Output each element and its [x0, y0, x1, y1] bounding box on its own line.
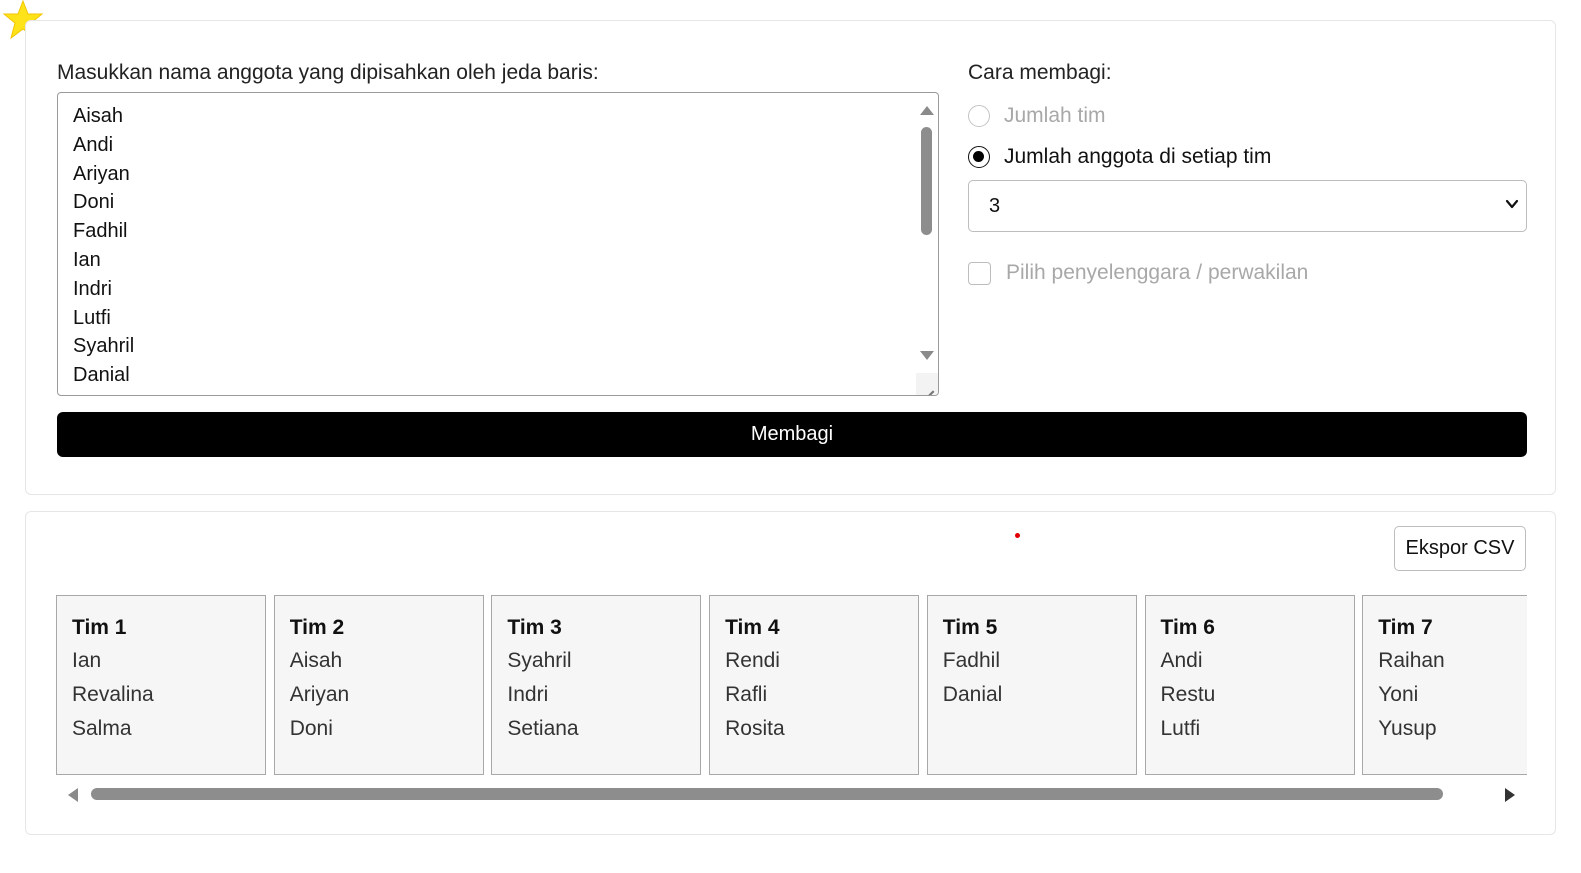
team-member: Restu: [1160, 683, 1216, 706]
export-csv-button[interactable]: Ekspor CSV: [1394, 526, 1526, 571]
team-card: Tim 5 Fadhil Danial: [926, 595, 1137, 775]
chevron-down-icon: [1505, 199, 1519, 209]
team-member: Rendi: [725, 649, 780, 672]
members-text: Aisah Andi Ariyan Doni Fadhil Ian Indri Lutfi Sy…: [73, 102, 134, 390]
team-member: Ian: [72, 649, 102, 672]
scroll-up-icon[interactable]: [920, 106, 934, 115]
arrow-right-icon[interactable]: [1505, 788, 1515, 802]
team-title: Tim 1: [72, 616, 127, 639]
team-title: Tim 2: [289, 616, 345, 639]
scroll-thumb[interactable]: [921, 127, 932, 235]
team-member: Indri: [507, 683, 549, 706]
radio-button[interactable]: [968, 105, 990, 127]
team-member: Revalina: [72, 683, 154, 706]
member-line: Doni: [73, 191, 115, 214]
scroll-thumb[interactable]: [91, 788, 1443, 800]
radio-button-selected[interactable]: [968, 146, 990, 168]
member-line: Indri: [73, 277, 112, 300]
members-textarea[interactable]: Aisah Andi Ariyan Doni Fadhil Ian Indri Lutfi Sy…: [57, 92, 939, 396]
team-member: Aisah: [289, 649, 343, 672]
resize-handle-icon[interactable]: [916, 373, 938, 395]
members-label: Masukkan nama anggota yang dipisahkan ol…: [57, 61, 599, 84]
member-line: Syahril: [73, 335, 135, 358]
member-line: Danial: [73, 364, 130, 387]
member-line: Ariyan: [73, 162, 130, 185]
team-member: Lutfi: [1160, 717, 1201, 740]
team-title: Tim 6: [1160, 616, 1215, 639]
team-card: Tim 3 Syahril Indri Setiana: [491, 595, 702, 775]
team-card: Tim 7 Raihan Yoni Yusup: [1362, 595, 1527, 775]
radio-team-count[interactable]: Jumlah tim: [968, 103, 1106, 129]
checkbox-box[interactable]: [968, 261, 991, 285]
team-title: Tim 4: [725, 616, 780, 639]
members-per-team-select[interactable]: 3: [968, 180, 1527, 232]
textarea-scrollbar[interactable]: [916, 93, 938, 395]
team-member: Setiana: [507, 717, 579, 740]
teams-list: Tim 1 Ian Revalina Salma Tim 2 Aisah Ariyan Don…: [56, 595, 1527, 776]
select-value: 3: [989, 194, 1001, 217]
team-card: Tim 6 Andi Restu Lutfi: [1144, 595, 1355, 775]
indicator-dot: [1015, 533, 1020, 538]
team-card: Tim 2 Aisah Ariyan Doni: [273, 595, 484, 775]
team-title: Tim 3: [507, 616, 562, 639]
member-line: Andi: [73, 133, 114, 156]
divide-button[interactable]: Membagi: [57, 412, 1527, 457]
team-card: Tim 4 Rendi Rafli Rosita: [709, 595, 920, 775]
member-line: Fadhil: [73, 220, 128, 243]
team-member: Fadhil: [942, 649, 1000, 672]
team-member: Syahril: [507, 649, 572, 672]
member-line: Lutfi: [73, 306, 111, 329]
team-title: Tim 7: [1378, 616, 1433, 639]
radio-members-per-team[interactable]: Jumlah anggota di setiap tim: [968, 144, 1271, 170]
radio-members-per-team-label: Jumlah anggota di setiap tim: [1004, 145, 1272, 168]
team-member: Yoni: [1378, 683, 1419, 706]
team-member: Danial: [942, 683, 1003, 706]
team-member: Rafli: [725, 683, 768, 706]
member-line: Ian: [73, 248, 101, 271]
input-panel: Masukkan nama anggota yang dipisahkan ol…: [25, 20, 1556, 495]
team-member: Salma: [72, 717, 132, 740]
team-member: Doni: [289, 717, 333, 740]
team-card: Tim 1 Ian Revalina Salma: [56, 595, 266, 775]
arrow-left-icon[interactable]: [68, 788, 78, 802]
organizer-checkbox[interactable]: Pilih penyelenggara / perwakilan: [968, 259, 1308, 287]
team-member: Andi: [1160, 649, 1203, 672]
team-member: Rosita: [725, 717, 785, 740]
team-member: Raihan: [1378, 649, 1445, 672]
team-member: Yusup: [1378, 717, 1437, 740]
horizontal-scrollbar[interactable]: [56, 783, 1527, 805]
scroll-down-icon[interactable]: [920, 351, 934, 360]
organizer-checkbox-label: Pilih penyelenggara / perwakilan: [1006, 261, 1309, 284]
member-line: Aisah: [73, 105, 124, 127]
radio-team-count-label: Jumlah tim: [1004, 104, 1106, 127]
team-member: Ariyan: [289, 683, 350, 706]
team-title: Tim 5: [942, 616, 998, 639]
results-panel: Ekspor CSV Tim 1 Ian Revalina Salma Tim 2 Ais…: [25, 511, 1556, 835]
method-label: Cara membagi:: [968, 61, 1112, 84]
